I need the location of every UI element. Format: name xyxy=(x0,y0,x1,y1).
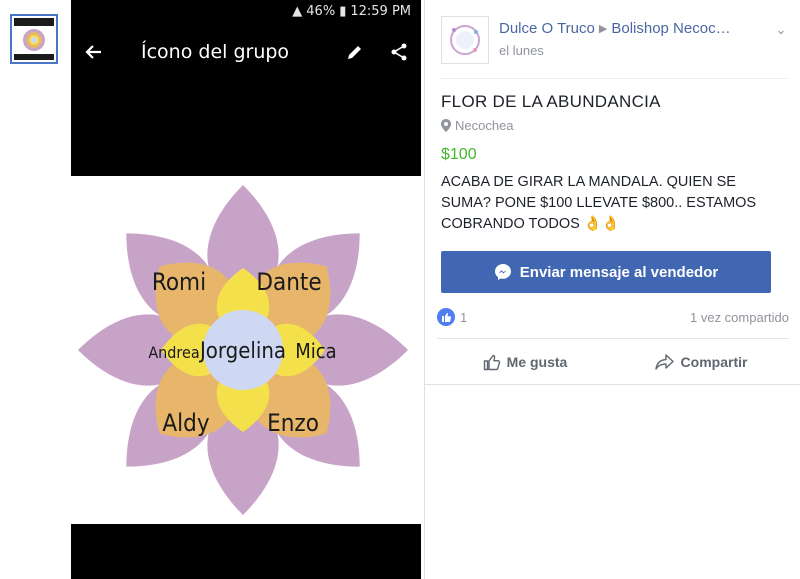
location-pin-icon xyxy=(441,119,451,132)
listing-description: ACABA DE GIRAR LA MANDALA. QUIEN SE SUMA… xyxy=(441,174,757,232)
share-arrow-icon xyxy=(654,354,674,370)
message-seller-label: Enviar mensaje al vendedor xyxy=(519,263,719,281)
mandala-name: Andrea xyxy=(148,343,199,362)
like-count-text: 1 xyxy=(460,309,468,325)
mandala-name: Romi xyxy=(152,268,206,296)
divider xyxy=(425,384,800,385)
mandala-flower: Jorgelina Romi Dante Andrea Mica Aldy En… xyxy=(78,185,408,515)
chevron-down-icon[interactable]: ⌄ xyxy=(771,22,791,42)
like-label: Me gusta xyxy=(506,354,568,370)
divider xyxy=(441,78,787,79)
share-label: Compartir xyxy=(680,354,748,370)
seller-name-link[interactable]: Dulce O Truco xyxy=(499,20,595,37)
group-name-link[interactable]: Bolishop Necoc… xyxy=(611,20,730,37)
mandala-name: Dante xyxy=(256,268,321,296)
thumbs-up-badge-icon xyxy=(437,308,455,326)
message-seller-button[interactable]: Enviar mensaje al vendedor xyxy=(441,251,771,293)
seller-header: Dulce O Truco ▶ Bolishop Necoc… el lunes ⌄ xyxy=(441,16,791,66)
phone-screen-title: Ícono del grupo xyxy=(141,41,290,63)
seller-logo-icon xyxy=(450,25,480,55)
thumbnail-flower xyxy=(14,26,54,54)
share-count[interactable]: 1 vez compartido xyxy=(690,310,789,325)
signal-icon: ▲ xyxy=(292,4,303,19)
seller-breadcrumb: Dulce O Truco ▶ Bolishop Necoc… xyxy=(499,20,759,37)
like-count[interactable]: 1 xyxy=(437,308,467,326)
triangle-right-icon: ▶ xyxy=(598,23,608,35)
photo-thumbnail[interactable] xyxy=(10,14,58,64)
like-button[interactable]: Me gusta xyxy=(437,342,613,382)
share-icon xyxy=(377,30,421,74)
share-button[interactable]: Compartir xyxy=(613,342,789,382)
messenger-icon xyxy=(494,264,511,280)
pencil-icon xyxy=(333,30,377,74)
location-text: Necochea xyxy=(455,118,514,133)
seller-avatar[interactable] xyxy=(441,16,489,64)
post-time[interactable]: el lunes xyxy=(499,43,759,58)
clock: 12:59 PM xyxy=(350,4,411,19)
mandala-name: Mica xyxy=(295,339,336,363)
reactions-row: 1 1 vez compartido xyxy=(437,306,789,328)
seller-info: Dulce O Truco ▶ Bolishop Necoc… el lunes xyxy=(499,16,759,66)
listing-location[interactable]: Necochea xyxy=(441,118,514,133)
listing-price: $100 xyxy=(441,146,477,163)
thumbnail-strip xyxy=(0,0,71,579)
mandala-name: Aldy xyxy=(162,409,209,437)
battery-icon: ▮ xyxy=(339,4,347,19)
mandala-name: Enzo xyxy=(267,409,319,437)
divider xyxy=(437,338,789,339)
battery-level: 46% xyxy=(306,4,336,19)
back-arrow-icon xyxy=(71,30,117,74)
thumbnail-image xyxy=(14,18,54,60)
phone-app-bar: Ícono del grupo xyxy=(71,30,421,74)
listing-panel: Dulce O Truco ▶ Bolishop Necoc… el lunes ⌄… xyxy=(425,0,800,579)
phone-status-bar: ▲ 46% ▮ 12:59 PM xyxy=(292,4,411,19)
mandala-image: Jorgelina Romi Dante Andrea Mica Aldy En… xyxy=(71,176,421,524)
post-photo[interactable]: ▲ 46% ▮ 12:59 PM Ícono del grupo Jorgeli… xyxy=(71,0,421,579)
mandala-center-name: Jorgelina xyxy=(198,339,286,364)
post-actions: Me gusta Compartir xyxy=(437,342,789,382)
listing-title: FLOR DE LA ABUNDANCIA xyxy=(441,92,661,111)
thumbs-up-icon xyxy=(483,354,500,371)
